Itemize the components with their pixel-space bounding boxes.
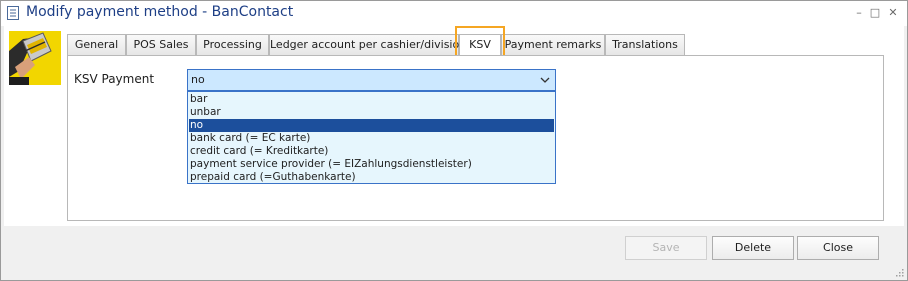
tab-general[interactable]: General <box>67 34 126 55</box>
option-bank-card[interactable]: bank card (= EC karte) <box>189 132 554 145</box>
option-unbar[interactable]: unbar <box>189 106 554 119</box>
option-payment-service-provider[interactable]: payment service provider (= EIZahlungsdi… <box>189 158 554 171</box>
maximize-icon[interactable]: □ <box>867 5 883 21</box>
option-bar[interactable]: bar <box>189 93 554 106</box>
minimize-icon[interactable]: – <box>851 5 867 21</box>
tab-processing[interactable]: Processing <box>196 34 269 55</box>
document-icon <box>7 6 19 20</box>
window-title: Modify payment method - BanContact <box>26 4 294 20</box>
tab-ksv[interactable]: KSV <box>459 34 501 56</box>
ksv-payment-options-list[interactable]: bar unbar no bank card (= EC karte) cred… <box>187 91 556 184</box>
close-icon[interactable]: ✕ <box>885 5 901 21</box>
close-button[interactable]: Close <box>797 236 879 260</box>
ksv-payment-selected-value: no <box>191 73 205 86</box>
ksv-payment-dropdown[interactable]: no <box>187 69 556 91</box>
tab-ledger-account[interactable]: Ledger account per cashier/division <box>269 34 466 55</box>
save-button[interactable]: Save <box>625 236 707 260</box>
delete-button[interactable]: Delete <box>712 236 794 260</box>
option-prepaid-card[interactable]: prepaid card (=Guthabenkarte) <box>189 171 554 184</box>
option-no[interactable]: no <box>189 119 554 132</box>
dialog-window: Modify payment method - BanContact – □ ✕… <box>0 0 908 281</box>
resize-grip-icon[interactable] <box>894 267 904 277</box>
tab-translations[interactable]: Translations <box>605 34 685 55</box>
tab-pos-sales[interactable]: POS Sales <box>126 34 196 55</box>
chevron-down-icon[interactable] <box>539 73 551 87</box>
tab-payment-remarks[interactable]: Payment remarks <box>501 34 605 55</box>
bancontact-card-logo <box>9 31 61 85</box>
option-credit-card[interactable]: credit card (= Kreditkarte) <box>189 145 554 158</box>
title-bar[interactable]: Modify payment method - BanContact – □ ✕ <box>1 1 907 26</box>
ksv-payment-label: KSV Payment <box>74 72 155 86</box>
